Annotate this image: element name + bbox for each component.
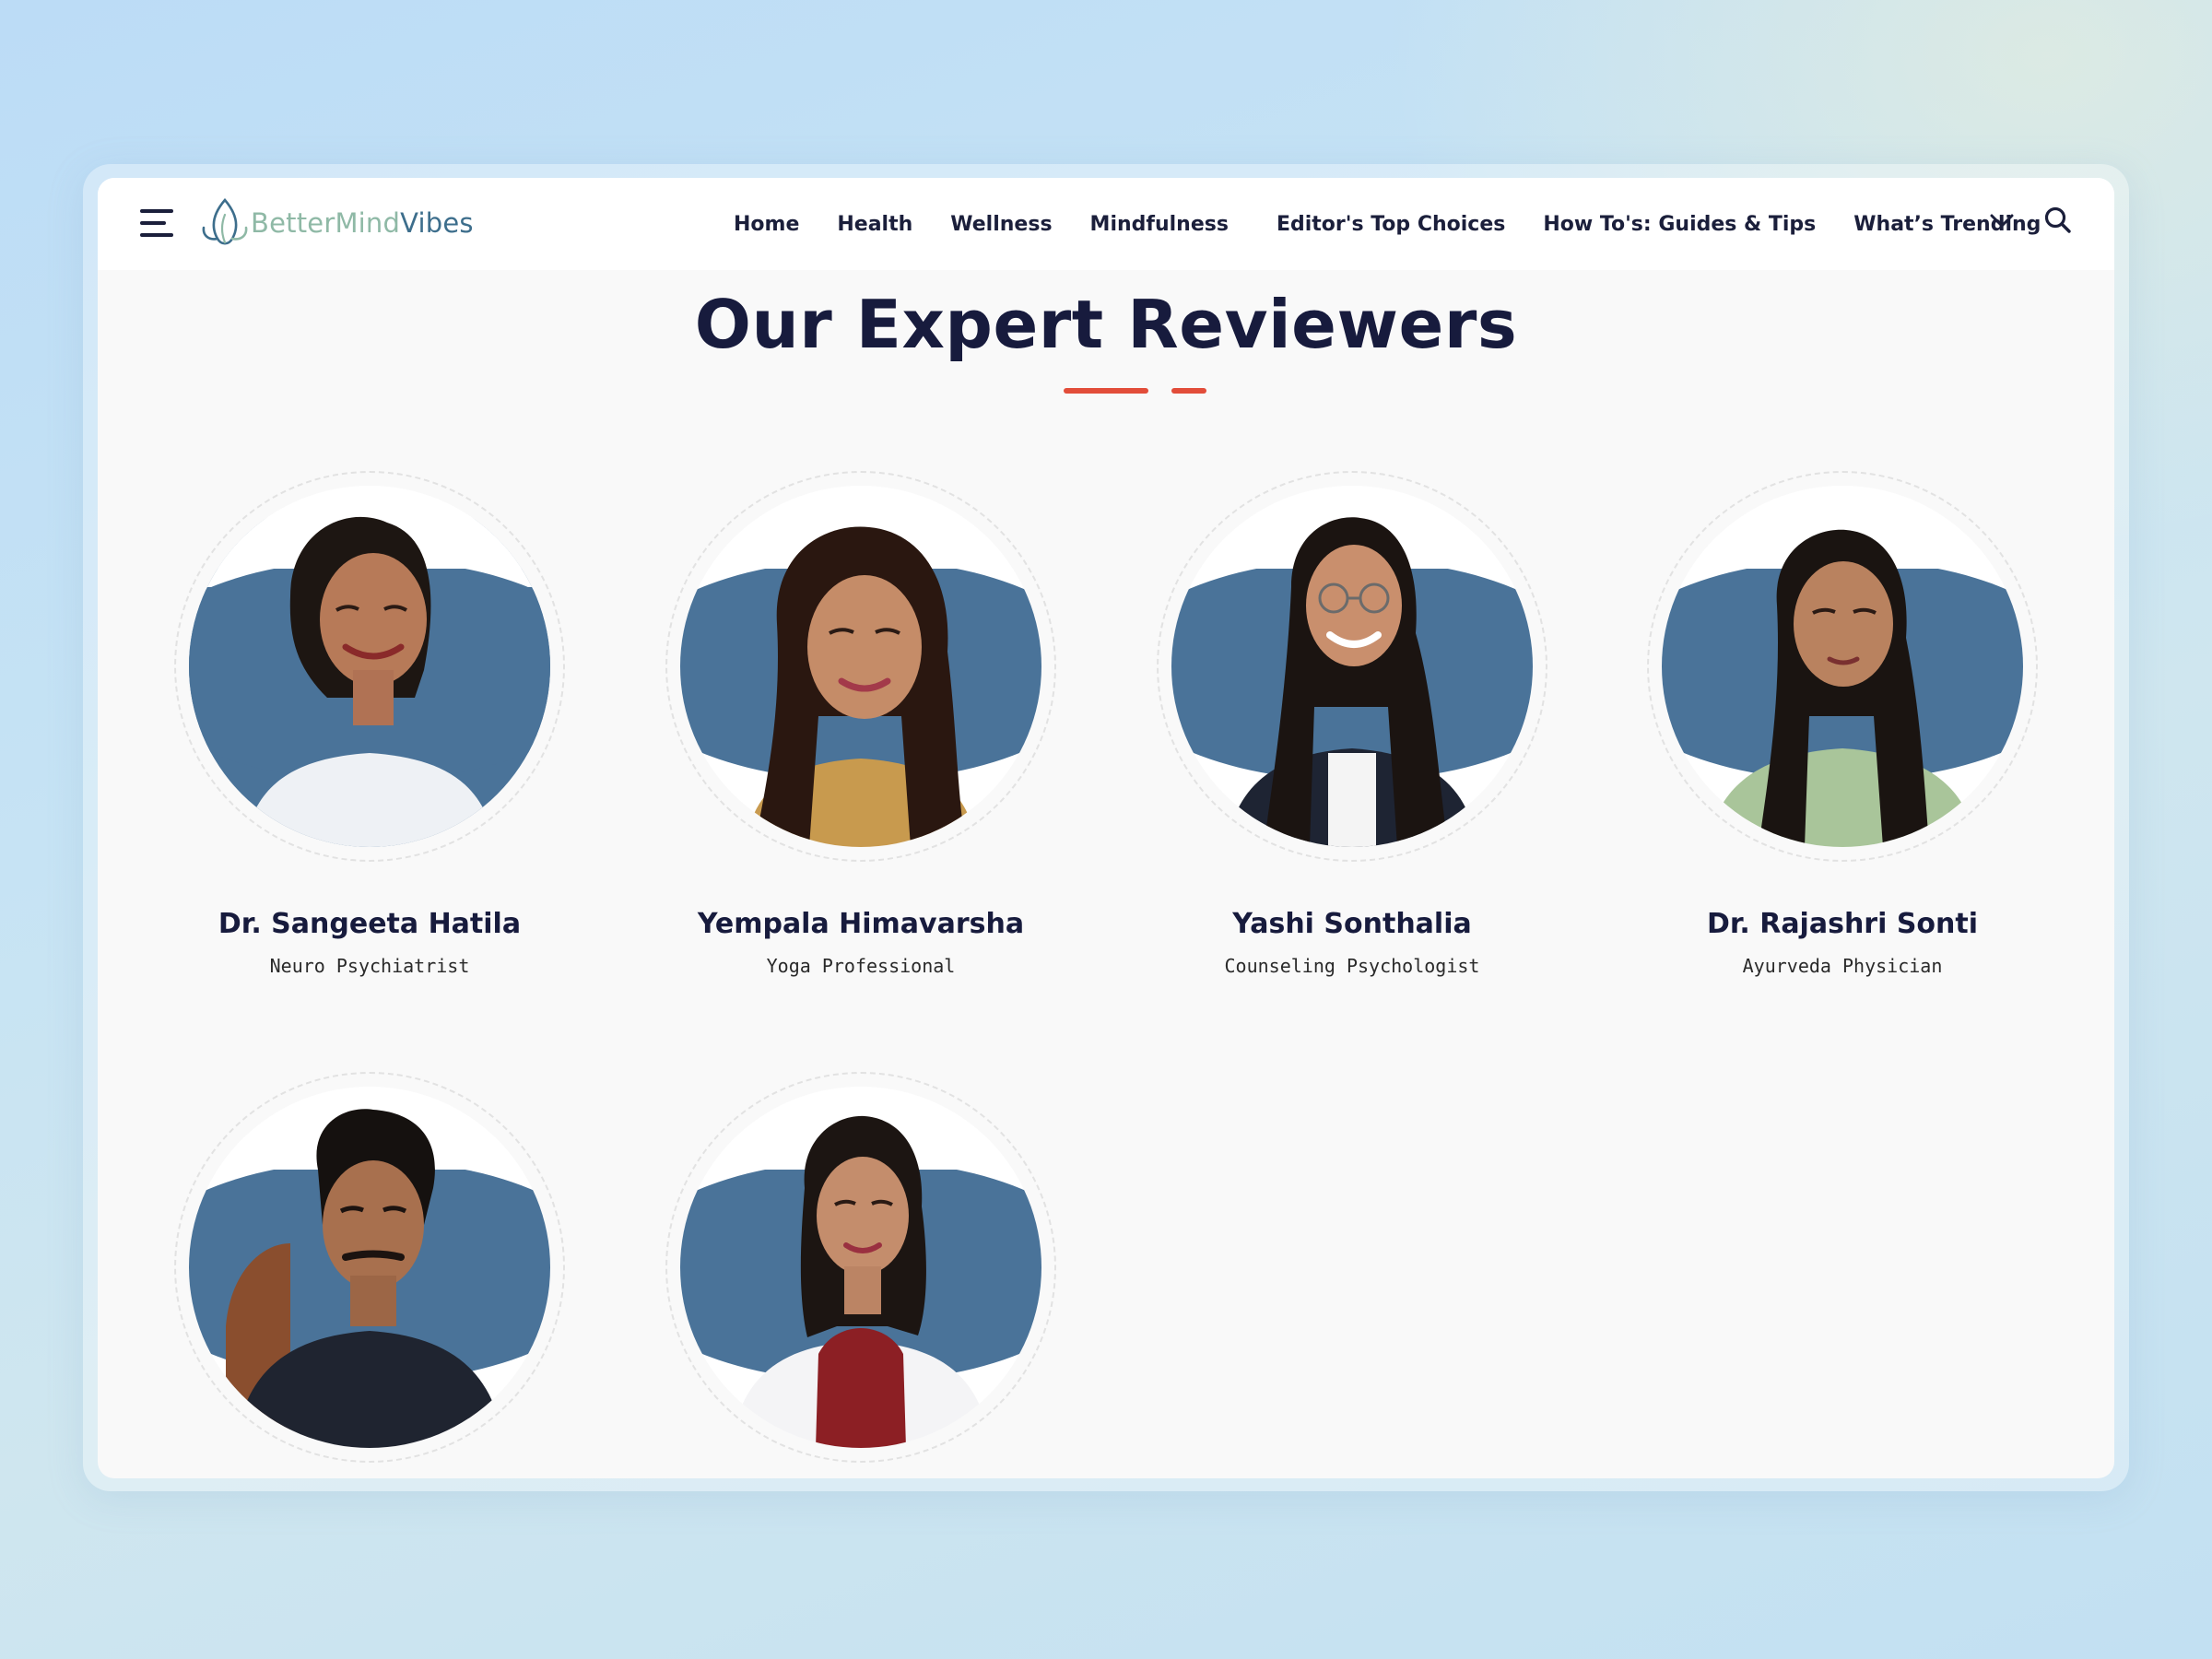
- chevron-down-icon[interactable]: [1987, 206, 2017, 235]
- reviewer-portrait-icon: [1171, 486, 1533, 847]
- reviewer-role: Ayurveda Physician: [1742, 955, 1943, 977]
- avatar-ring: [174, 1072, 565, 1463]
- site-logo[interactable]: BetterMindVibes: [199, 191, 474, 255]
- section-title: Our Expert Reviewers: [694, 286, 1518, 363]
- reviewer-card[interactable]: Dr. Sangeeta Hatila Neuro Psychiatrist: [171, 471, 568, 977]
- reviewer-portrait-icon: [189, 1087, 550, 1448]
- reviewer-name: Yempala Himavarsha: [697, 908, 1025, 940]
- reviewer-card[interactable]: [171, 1072, 568, 1478]
- reviewer-name: Yashi Sonthalia: [1232, 908, 1472, 940]
- nav-item-wellness[interactable]: Wellness: [950, 213, 1052, 236]
- site-header: BetterMindVibes Home Health Wellness Min…: [98, 178, 2114, 270]
- reviewer-role: Neuro Psychiatrist: [269, 955, 470, 977]
- avatar-ring: [665, 1072, 1056, 1463]
- reviewer-card[interactable]: Yempala Himavarsha Yoga Professional: [663, 471, 1059, 977]
- title-underline-short: [1171, 388, 1206, 394]
- logo-text: BetterMindVibes: [251, 207, 474, 239]
- avatar-ring: [174, 471, 565, 862]
- nav-item-how-tos[interactable]: How To's: Guides & Tips: [1543, 213, 1816, 236]
- logo-text-part1: BetterMind: [251, 207, 401, 239]
- logo-text-part2: Vibes: [400, 207, 474, 239]
- lotus-logo-icon: [202, 198, 248, 245]
- webpage: BetterMindVibes Home Health Wellness Min…: [98, 178, 2114, 1478]
- reviewer-card[interactable]: Yashi Sonthalia Counseling Psychologist: [1154, 471, 1550, 977]
- reviewer-name: Dr. Sangeeta Hatila: [218, 908, 522, 940]
- reviewer-card[interactable]: Dr. Rajashri Sonti Ayurveda Physician: [1644, 471, 2041, 977]
- nav-item-home[interactable]: Home: [734, 213, 799, 236]
- avatar-ring: [1647, 471, 2038, 862]
- reviewer-role: Counseling Psychologist: [1224, 955, 1480, 977]
- title-underline-long: [1064, 388, 1148, 394]
- hamburger-menu-icon[interactable]: [140, 209, 177, 239]
- reviewer-card[interactable]: [663, 1072, 1059, 1478]
- avatar-ring: [665, 471, 1056, 862]
- main-nav: Home Health Wellness Mindfulness Editor'…: [734, 178, 2078, 270]
- avatar-ring: [1157, 471, 1547, 862]
- nav-item-health[interactable]: Health: [837, 213, 912, 236]
- reviewer-portrait-icon: [189, 486, 550, 847]
- reviewer-photo: [189, 486, 550, 847]
- reviewer-photo: [1171, 486, 1533, 847]
- reviewer-role: Yoga Professional: [766, 955, 956, 977]
- nav-item-editors-top-choices[interactable]: Editor's Top Choices: [1277, 213, 1505, 236]
- reviewer-portrait-icon: [680, 1087, 1041, 1448]
- reviewer-photo: [189, 1087, 550, 1448]
- search-icon[interactable]: [2042, 205, 2074, 236]
- nav-item-mindfulness[interactable]: Mindfulness: [1090, 213, 1229, 236]
- reviewer-photo: [680, 1087, 1041, 1448]
- reviewer-photo: [680, 486, 1041, 847]
- reviewer-portrait-icon: [680, 486, 1041, 847]
- reviewer-name: Dr. Rajashri Sonti: [1706, 908, 1979, 940]
- reviewer-photo: [1662, 486, 2023, 847]
- reviewer-portrait-icon: [1662, 486, 2023, 847]
